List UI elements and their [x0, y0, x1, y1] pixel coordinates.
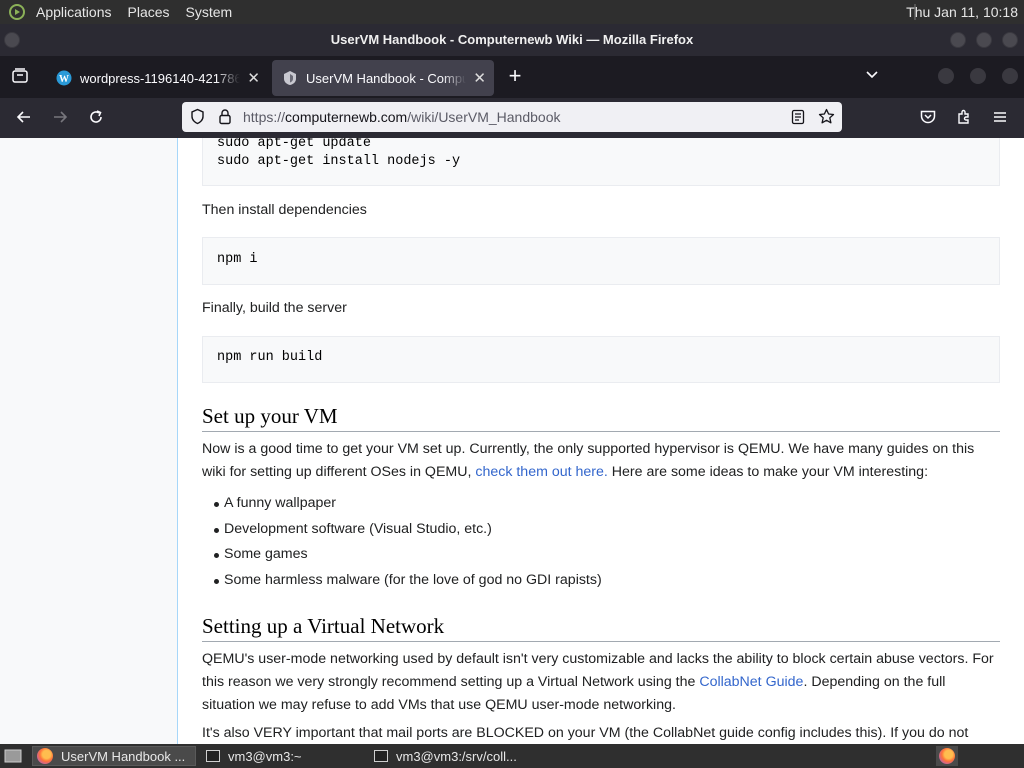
- tab-title: wordpress-1196140-421786: [80, 70, 240, 86]
- close-icon[interactable]: ✕: [247, 69, 260, 87]
- url-bar[interactable]: https://computernewb.com/wiki/UserVM_Han…: [182, 102, 842, 132]
- code-line: sudo apt-get update: [217, 138, 371, 151]
- extensions-icon[interactable]: [954, 108, 974, 128]
- vm-ideas-list: A funny wallpaper Development software (…: [202, 491, 602, 594]
- close-window-button[interactable]: [1002, 32, 1018, 48]
- list-item: Some harmless malware (for the love of g…: [202, 568, 602, 594]
- paragraph-build-server: Finally, build the server: [202, 300, 347, 316]
- task-label: UserVM Handbook ...: [61, 748, 186, 764]
- taskbar-item-terminal-1[interactable]: vm3@vm3:~: [202, 746, 366, 766]
- clock[interactable]: Thu Jan 11, 10:18: [906, 0, 1018, 24]
- paragraph-vm-setup: Now is a good time to get your VM set up…: [202, 438, 1000, 484]
- distro-logo-icon[interactable]: [6, 2, 28, 22]
- code-block-npm-install: npm i: [202, 237, 1000, 285]
- code-line: npm run build: [217, 350, 323, 365]
- paragraph-virtual-network: QEMU's user-mode networking used by defa…: [202, 648, 1000, 717]
- wiki-sidebar: [0, 138, 177, 744]
- firefox-icon: [939, 748, 955, 764]
- tray-firefox[interactable]: [936, 746, 958, 766]
- lock-icon[interactable]: [217, 108, 233, 128]
- list-all-tabs-icon[interactable]: [862, 66, 882, 86]
- minimize-button[interactable]: [950, 32, 966, 48]
- terminal-icon: [374, 750, 388, 762]
- wordpress-icon: W: [56, 70, 72, 86]
- maximize-button[interactable]: [976, 32, 992, 48]
- link-collabnet-guide[interactable]: CollabNet Guide: [699, 674, 803, 690]
- panel-menu: Applications Places System: [0, 0, 240, 24]
- url-prefix: https://: [243, 109, 286, 125]
- wiki-content: sudo apt-get update sudo apt-get install…: [177, 138, 1024, 744]
- bookmark-star-icon[interactable]: [818, 108, 835, 128]
- code-block-install-nodejs: sudo apt-get update sudo apt-get install…: [202, 138, 1000, 186]
- back-arrow-icon[interactable]: [14, 108, 34, 128]
- paragraph-mail-ports: It's also VERY important that mail ports…: [202, 725, 969, 741]
- menu-system[interactable]: System: [178, 0, 241, 24]
- paragraph-install-deps: Then install dependencies: [202, 202, 367, 218]
- window-menu-button[interactable]: [4, 32, 20, 48]
- code-line: npm i: [217, 252, 258, 267]
- tab-title: UserVM Handbook - Computernewb Wiki: [306, 70, 466, 86]
- pocket-icon[interactable]: [918, 108, 938, 128]
- extension-slot-3: [1002, 68, 1018, 84]
- reload-icon[interactable]: [86, 108, 106, 128]
- new-tab-icon[interactable]: +: [505, 65, 525, 87]
- tab-uservm-handbook[interactable]: UserVM Handbook - Computernewb Wiki ✕: [272, 60, 494, 96]
- code-block-npm-build: npm run build: [202, 336, 1000, 383]
- top-panel: Applications Places System Thu Jan 11, 1…: [0, 0, 1024, 24]
- taskbar: UserVM Handbook ... vm3@vm3:~ vm3@vm3:/s…: [0, 744, 1024, 768]
- link-qemu-guides[interactable]: check them out here.: [475, 464, 608, 480]
- close-icon[interactable]: ✕: [473, 69, 486, 87]
- list-item: Development software (Visual Studio, etc…: [202, 517, 602, 543]
- hamburger-menu-icon[interactable]: [990, 108, 1010, 128]
- firefox-view-icon[interactable]: [10, 67, 30, 87]
- taskbar-item-firefox[interactable]: UserVM Handbook ...: [32, 746, 196, 766]
- tab-strip: W wordpress-1196140-421786 ✕ UserVM Hand…: [0, 56, 1024, 98]
- firefox-icon: [37, 748, 53, 764]
- wiki-icon: [282, 70, 298, 86]
- forward-arrow-icon[interactable]: [50, 108, 70, 128]
- shield-icon[interactable]: [189, 108, 206, 128]
- window-title: UserVM Handbook - Computernewb Wiki — Mo…: [330, 32, 694, 47]
- show-desktop-button[interactable]: [0, 746, 26, 766]
- extension-slot-2: [970, 68, 986, 84]
- heading-virtual-network: Setting up a Virtual Network: [202, 614, 1000, 642]
- paragraph-text: Here are some ideas to make your VM inte…: [607, 464, 929, 480]
- code-line: sudo apt-get install nodejs -y: [217, 154, 461, 169]
- list-item: A funny wallpaper: [202, 491, 602, 517]
- heading-set-up-vm: Set up your VM: [202, 404, 1000, 432]
- url-host: computernewb.com: [285, 109, 408, 125]
- window-titlebar[interactable]: UserVM Handbook - Computernewb Wiki — Mo…: [0, 24, 1024, 56]
- task-label: vm3@vm3:~: [228, 748, 302, 764]
- web-page[interactable]: sudo apt-get update sudo apt-get install…: [0, 138, 1024, 744]
- url-path: /wiki/UserVM_Handbook: [407, 109, 561, 125]
- menu-applications[interactable]: Applications: [28, 0, 120, 24]
- url-text[interactable]: https://computernewb.com/wiki/UserVM_Han…: [243, 102, 561, 132]
- taskbar-item-terminal-2[interactable]: vm3@vm3:/srv/coll...: [370, 746, 538, 766]
- list-item: Some games: [202, 542, 602, 568]
- navigation-toolbar: https://computernewb.com/wiki/UserVM_Han…: [0, 98, 1024, 138]
- svg-text:W: W: [59, 74, 69, 85]
- reader-view-icon[interactable]: [790, 109, 806, 128]
- terminal-icon: [206, 750, 220, 762]
- extension-slot-1: [938, 68, 954, 84]
- tab-wordpress[interactable]: W wordpress-1196140-421786 ✕: [46, 60, 268, 96]
- menu-places[interactable]: Places: [120, 0, 178, 24]
- task-label: vm3@vm3:/srv/coll...: [396, 748, 517, 764]
